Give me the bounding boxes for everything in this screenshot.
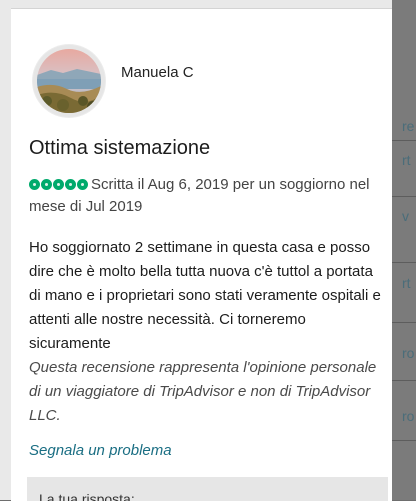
review-body: Ho soggiornato 2 settimane in questa cas… [29, 239, 381, 352]
review-disclaimer: Questa recensione rappresenta l'opinione… [29, 359, 377, 424]
rating-bubble-icon [65, 179, 76, 190]
background-text: ro [402, 408, 415, 424]
background-text: ro [402, 345, 415, 361]
background-divider [392, 440, 416, 441]
background-text: v [402, 208, 409, 224]
rating-bubble-icon [77, 179, 88, 190]
report-problem-link[interactable]: Segnala un problema [29, 442, 172, 459]
background-divider [392, 262, 416, 263]
review-modal: Manuela C Ottima sistemazione Scritta il… [11, 8, 392, 501]
background-text: rt [402, 152, 411, 168]
background-text: rt [402, 275, 411, 291]
reviewer-name[interactable]: Manuela C [121, 64, 194, 81]
background-divider [392, 196, 416, 197]
rating-bubble-icon [29, 179, 40, 190]
landscape-photo-icon [37, 49, 101, 113]
background-text: re [402, 118, 415, 134]
background-divider [392, 140, 416, 141]
rating-bubble-icon [53, 179, 64, 190]
background-strip [392, 0, 416, 500]
review-title: Ottima sistemazione [29, 137, 211, 159]
rating-row: Scritta il Aug 6, 2019 per un soggiorno … [29, 174, 384, 218]
response-box[interactable]: La tua risposta: [27, 477, 388, 501]
background-divider [392, 322, 416, 323]
background-divider [392, 380, 416, 381]
reviewer-avatar[interactable] [33, 45, 105, 117]
rating-bubble-icon [41, 179, 52, 190]
rating-bubbles [29, 179, 88, 190]
